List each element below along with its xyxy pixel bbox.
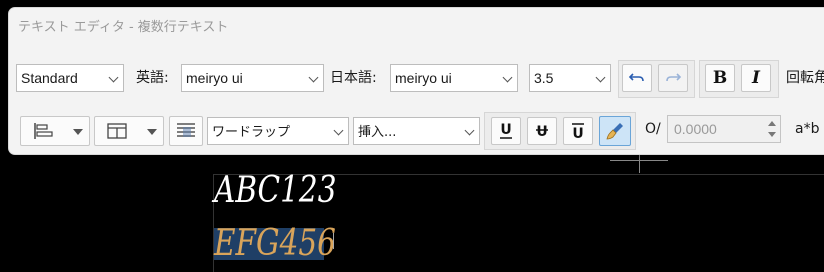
svg-text:U: U	[572, 126, 583, 141]
paintbrush-icon	[606, 123, 623, 140]
columns-icon	[107, 123, 127, 139]
crosshair-cursor-vertical	[639, 153, 640, 173]
oblique-angle-value: 0.0000	[674, 121, 717, 137]
text-wrap-settings-button[interactable]	[169, 116, 203, 146]
overline-icon: U	[572, 123, 584, 141]
bold-button[interactable]: B	[705, 64, 735, 92]
dropdown-arrow-icon	[73, 129, 83, 135]
undo-icon	[628, 73, 644, 82]
japanese-font-value: meiryo ui	[395, 70, 452, 86]
japanese-font-label: 日本語:	[330, 70, 377, 86]
dropdown-arrow-icon	[147, 129, 157, 135]
match-properties-button[interactable]	[599, 116, 631, 146]
spin-up-icon[interactable]	[768, 121, 776, 126]
insert-field-select[interactable]: 挿入...	[353, 117, 480, 145]
italic-button[interactable]: I	[741, 64, 771, 92]
text-ibeam-cursor-icon	[333, 233, 334, 249]
text-height-value: 3.5	[534, 70, 554, 86]
chevron-down-icon	[595, 72, 606, 83]
text-editor-toolbar: テキスト エディタ - 複数行テキスト Standard 英語: meiryo …	[8, 7, 824, 155]
chevron-down-icon	[108, 72, 119, 83]
svg-text:U: U	[536, 124, 547, 140]
text-height-select[interactable]: 3.5	[529, 64, 611, 92]
canvas-line-1[interactable]: ABC123	[214, 170, 337, 211]
rotation-angle-label: 回転角	[786, 70, 824, 86]
paragraph-align-button[interactable]	[20, 116, 90, 146]
svg-text:U: U	[500, 122, 511, 138]
canvas-line-2[interactable]: EFG456	[214, 223, 336, 264]
chevron-down-icon	[464, 125, 475, 136]
wrap-mode-select[interactable]: ワードラップ	[207, 117, 349, 145]
oblique-angle-input[interactable]: 0.0000	[667, 115, 781, 143]
underline-button[interactable]: U	[491, 117, 521, 145]
columns-button[interactable]	[94, 116, 164, 146]
italic-icon: I	[752, 68, 760, 88]
insert-field-value: 挿入...	[358, 125, 397, 140]
undo-button[interactable]	[622, 64, 652, 92]
wrap-mode-value: ワードラップ	[212, 125, 291, 140]
window-title: テキスト エディタ - 複数行テキスト	[18, 20, 229, 35]
chevron-down-icon	[308, 72, 319, 83]
strikethrough-button[interactable]: U	[527, 117, 557, 145]
strikethrough-icon: U	[536, 124, 548, 140]
style-select-value: Standard	[21, 70, 78, 86]
english-font-label: 英語:	[136, 70, 169, 86]
redo-icon	[666, 73, 682, 82]
align-left-icon	[34, 123, 53, 139]
style-select[interactable]: Standard	[16, 64, 124, 92]
japanese-font-select[interactable]: meiryo ui	[390, 64, 518, 92]
underline-icon: U	[500, 122, 512, 139]
oblique-angle-label: O/	[645, 121, 661, 137]
english-font-value: meiryo ui	[186, 70, 243, 86]
fraction-label: a*b	[795, 121, 820, 137]
text-wrap-icon	[177, 123, 195, 137]
redo-button[interactable]	[658, 64, 688, 92]
english-font-select[interactable]: meiryo ui	[181, 64, 324, 92]
spin-down-icon[interactable]	[768, 132, 776, 137]
chevron-down-icon	[502, 72, 513, 83]
chevron-down-icon	[333, 125, 344, 136]
bold-icon: B	[712, 68, 728, 88]
overline-button[interactable]: U	[563, 117, 593, 145]
